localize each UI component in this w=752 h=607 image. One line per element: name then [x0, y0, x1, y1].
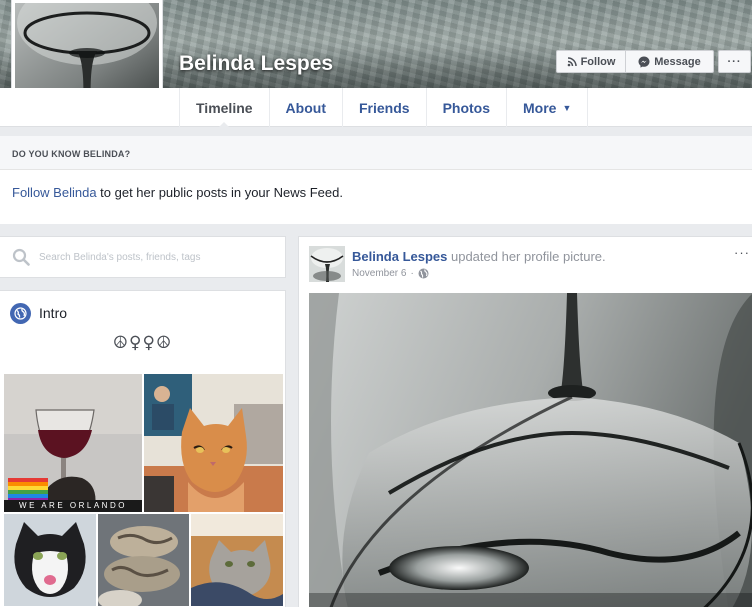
photo-gray-cat[interactable] [191, 514, 283, 606]
search-icon [12, 248, 30, 266]
tab-timeline[interactable]: Timeline [179, 88, 270, 128]
more-icon: ··· [727, 55, 742, 68]
photo-lounging-cats-image [98, 514, 189, 606]
timeline-search [0, 236, 286, 278]
post-meta: November 6 · [352, 268, 429, 279]
post-image[interactable] [309, 293, 752, 607]
search-input[interactable] [39, 251, 269, 263]
tab-more[interactable]: More ▼ [507, 88, 589, 127]
globe-icon [10, 302, 31, 324]
post-date[interactable]: November 6 [352, 268, 406, 279]
photo-orange-cat-image [144, 374, 283, 512]
profile-nav: Timeline About Friends Photos More ▼ [0, 88, 752, 128]
cover-actions: Follow Message ··· [556, 50, 751, 73]
messenger-icon [638, 56, 650, 68]
intro-title: Intro [39, 305, 68, 321]
follow-hint: to get her public posts in your News Fee… [96, 185, 343, 200]
photo-wine-glass-image [4, 374, 142, 512]
tab-about[interactable]: About [270, 88, 343, 127]
caret-down-icon: ▼ [562, 102, 572, 113]
post-header: Belinda Lespes updated her profile pictu… [352, 249, 606, 264]
post-author[interactable]: Belinda Lespes [352, 249, 447, 264]
do-you-know-box: DO YOU KNOW BELINDA? Follow Belinda to g… [0, 136, 752, 224]
do-you-know-text: Follow Belinda to get her public posts i… [0, 170, 752, 200]
intro-bio: ☮♀♀☮ [112, 333, 173, 353]
message-label: Message [654, 55, 701, 68]
photo-orange-cat[interactable] [144, 374, 283, 512]
do-you-know-heading: DO YOU KNOW BELINDA? [0, 136, 752, 170]
profile-name[interactable]: Belinda Lespes [179, 52, 333, 76]
more-options-button[interactable]: ··· [718, 50, 751, 73]
message-button[interactable]: Message [626, 50, 714, 73]
intro-card: Intro ☮♀♀☮ WE ARE ORLANDO [0, 290, 286, 607]
post-action: updated her profile picture. [447, 249, 606, 264]
photo-tuxedo-cat[interactable] [4, 514, 96, 606]
timeline-post: Belinda Lespes updated her profile pictu… [298, 236, 752, 607]
photo-gray-cat-image [191, 514, 283, 606]
photo-tuxedo-cat-image [4, 514, 96, 606]
tab-friends[interactable]: Friends [343, 88, 427, 127]
follow-link[interactable]: Follow Belinda [12, 185, 97, 200]
post-meta-separator: · [410, 268, 414, 279]
photo-wine-glass[interactable]: WE ARE ORLANDO [4, 374, 142, 512]
intro-header: Intro [0, 291, 285, 325]
public-icon[interactable] [418, 268, 429, 279]
photo-caption: WE ARE ORLANDO [19, 501, 127, 510]
avatar[interactable] [309, 246, 345, 282]
tab-more-label: More [523, 99, 557, 116]
post-image-wine-glass [309, 293, 752, 607]
tab-photos[interactable]: Photos [427, 88, 508, 127]
profile-tabs: Timeline About Friends Photos More ▼ [179, 88, 589, 128]
follow-label: Follow [580, 55, 616, 68]
post-options-icon[interactable]: ··· [734, 245, 750, 260]
follow-button[interactable]: Follow [556, 50, 626, 73]
photo-lounging-cats[interactable] [98, 514, 189, 606]
rss-icon [567, 56, 577, 66]
avatar-image [309, 246, 345, 282]
